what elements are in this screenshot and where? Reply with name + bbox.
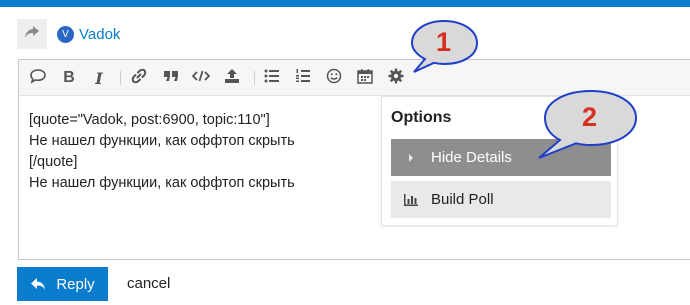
quote-whole-post-button[interactable] bbox=[28, 68, 48, 88]
caret-right-icon bbox=[391, 153, 431, 163]
blockquote-button[interactable] bbox=[161, 68, 181, 88]
build-poll-option[interactable]: Build Poll bbox=[391, 181, 611, 218]
gear-icon bbox=[388, 68, 404, 89]
italic-button[interactable]: I bbox=[89, 68, 109, 88]
text-line: [quote="Vadok, post:6900, topic:110"] bbox=[29, 112, 270, 128]
composer-textarea[interactable]: [quote="Vadok, post:6900, topic:110"] Не… bbox=[29, 110, 369, 194]
bullet-list-button[interactable] bbox=[262, 68, 282, 88]
share-arrow-icon bbox=[24, 25, 40, 44]
emoji-icon bbox=[326, 68, 342, 89]
reply-username-link[interactable]: Vadok bbox=[79, 26, 120, 43]
bar-chart-icon bbox=[391, 193, 431, 207]
callout-number: 2 bbox=[582, 102, 598, 132]
callout-number: 1 bbox=[436, 27, 452, 57]
speech-bubble-icon bbox=[30, 68, 46, 89]
callout-2: 2 bbox=[536, 88, 640, 160]
build-poll-label: Build Poll bbox=[431, 191, 494, 208]
options-title: Options bbox=[391, 109, 452, 126]
quote-icon bbox=[163, 68, 179, 89]
emoji-button[interactable] bbox=[324, 68, 344, 88]
bold-button[interactable]: B bbox=[59, 68, 79, 88]
upload-button[interactable] bbox=[222, 68, 242, 88]
code-button[interactable] bbox=[191, 68, 211, 88]
insert-date-button[interactable] bbox=[355, 68, 375, 88]
numbered-list-button[interactable] bbox=[293, 68, 313, 88]
link-icon bbox=[131, 68, 147, 89]
share-arrow-button[interactable] bbox=[17, 19, 47, 49]
cancel-link[interactable]: cancel bbox=[127, 275, 170, 292]
reply-target: V Vadok bbox=[17, 19, 120, 49]
toolbar-divider bbox=[120, 71, 121, 85]
text-line: Не нашел функции, как оффтоп скрыть bbox=[29, 133, 295, 149]
options-gear-button[interactable] bbox=[386, 68, 406, 88]
reply-arrow-icon bbox=[30, 277, 46, 291]
italic-icon: I bbox=[95, 68, 103, 88]
reply-label: Reply bbox=[56, 275, 95, 293]
hide-details-label: Hide Details bbox=[431, 149, 512, 166]
callout-1: 1 bbox=[404, 18, 484, 74]
toolbar-divider bbox=[254, 71, 255, 85]
upload-icon bbox=[224, 68, 240, 89]
text-line: [/quote] bbox=[29, 154, 78, 170]
top-accent-bar bbox=[0, 0, 690, 7]
bold-icon: B bbox=[63, 69, 75, 86]
reply-button[interactable]: Reply bbox=[17, 267, 108, 301]
calendar-icon bbox=[357, 68, 373, 89]
link-button[interactable] bbox=[129, 68, 149, 88]
avatar[interactable]: V bbox=[57, 25, 74, 43]
bullet-list-icon bbox=[264, 68, 280, 89]
code-icon bbox=[191, 68, 211, 89]
text-line: Не нашел функции, как оффтоп скрыть bbox=[29, 175, 295, 191]
numbered-list-icon bbox=[295, 68, 311, 89]
